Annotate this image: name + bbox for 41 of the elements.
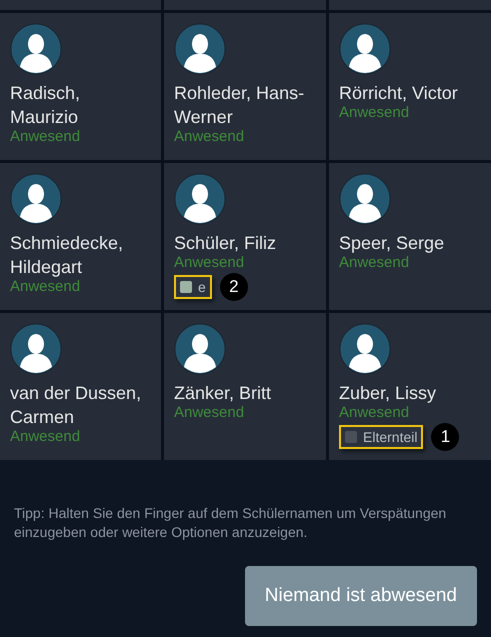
student-card[interactable]: Zuber, Lissy Anwesend Elternteil 1 xyxy=(329,313,491,460)
student-name: Zänker, Britt xyxy=(174,382,272,405)
attendance-status: Anwesend xyxy=(10,129,80,145)
attendance-status: Anwesend xyxy=(174,405,244,421)
student-card[interactable]: Rörricht, Victor Anwesend xyxy=(329,13,491,160)
student-name: Zuber, Lissy xyxy=(339,382,436,405)
attendance-status: Anwesend xyxy=(174,255,244,271)
avatar-icon xyxy=(174,173,226,225)
avatar-icon xyxy=(10,23,62,75)
attendance-status: Anwesend xyxy=(10,429,80,445)
attendance-status: Anwesend xyxy=(339,405,410,421)
avatar-icon xyxy=(339,23,391,75)
callout-number: 2 xyxy=(220,273,248,301)
attendance-status: Anwesend xyxy=(339,255,410,271)
avatar-icon xyxy=(339,323,391,375)
student-name: Schmiedecke, Hildegart xyxy=(10,232,124,279)
student-card[interactable]: Radisch, Maurizio Anwesend xyxy=(0,13,161,160)
attendance-status: Anwesend xyxy=(174,129,244,145)
attendance-status: Anwesend xyxy=(10,279,80,295)
avatar-icon xyxy=(10,173,62,225)
student-name: van der Dussen, Carmen xyxy=(10,382,142,429)
avatar-icon xyxy=(10,323,62,375)
callout-number: 1 xyxy=(431,423,460,451)
student-card[interactable]: Zänker, Britt Anwesend xyxy=(164,313,326,460)
student-name: Rörricht, Victor xyxy=(339,82,458,105)
avatar-icon xyxy=(174,323,226,375)
option-checkbox[interactable]: e xyxy=(174,275,212,299)
student-name: Speer, Serge xyxy=(339,232,444,255)
attendance-status: Anwesend xyxy=(339,105,410,121)
student-card[interactable]: van der Dussen, Carmen Anwesend xyxy=(0,313,161,460)
option-checkbox[interactable]: Elternteil xyxy=(339,425,424,449)
tip-text: Tipp: Halten Sie den Finger auf dem Schülernamen um Verspätungen einzugeben oder weitere Optionen anzuzeigen. xyxy=(13,504,448,542)
student-name: Radisch, Maurizio xyxy=(10,82,82,129)
student-card[interactable]: Schmiedecke, Hildegart Anwesend xyxy=(0,163,161,310)
student-name: Rohleder, Hans-Werner xyxy=(174,82,306,129)
avatar-icon xyxy=(339,173,391,225)
avatar-icon xyxy=(174,23,226,75)
student-card[interactable]: Schüler, Filiz Anwesend e 2 xyxy=(164,163,326,310)
student-name: Schüler, Filiz xyxy=(174,232,276,255)
student-card[interactable]: Speer, Serge Anwesend xyxy=(329,163,491,310)
student-card[interactable]: Rohleder, Hans-Werner Anwesend xyxy=(164,13,326,160)
